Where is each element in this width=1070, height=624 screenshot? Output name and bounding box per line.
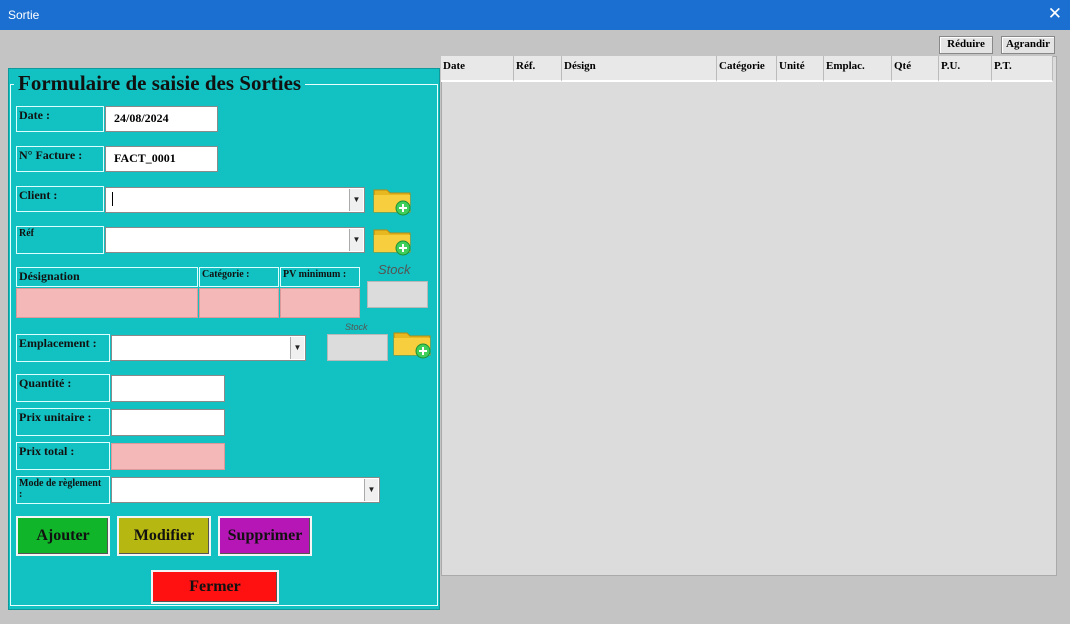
payment-label: Mode de règlement : [16,476,110,504]
column-header[interactable]: Date [441,56,514,82]
form-title: Formulaire de saisie des Sorties [14,70,306,98]
column-header[interactable]: Catégorie [717,56,777,82]
ref-combo[interactable]: ▼ [105,227,365,253]
shrink-button[interactable]: Réduire [939,36,993,54]
date-field[interactable]: 24/08/2024 [105,106,218,132]
client-label: Client : [16,186,104,212]
delete-button[interactable]: Supprimer [218,516,312,556]
column-header[interactable]: Emplac. [824,56,892,82]
close-icon[interactable]: ✕ [1048,4,1062,24]
quantity-label: Quantité : [16,374,110,402]
column-header[interactable]: Réf. [514,56,562,82]
column-header[interactable]: P.T. [992,56,1053,82]
column-header[interactable]: Unité [777,56,824,82]
column-header[interactable]: P.U. [939,56,992,82]
category-label: Catégorie : [199,267,279,287]
designation-label: Désignation [16,267,198,287]
total-price-label: Prix total : [16,442,110,470]
stock-field [367,281,428,308]
dropdown-arrow-icon[interactable]: ▼ [290,337,304,359]
pv-minimum-field [280,288,360,318]
column-header[interactable]: Désign [562,56,717,82]
invoice-field[interactable]: FACT_0001 [105,146,218,172]
unit-price-label: Prix unitaire : [16,408,110,436]
location-stock-field [327,334,388,361]
location-label: Emplacement : [16,334,110,362]
invoice-label: N° Facture : [16,146,104,172]
enlarge-button[interactable]: Agrandir [1001,36,1055,54]
client-combo[interactable]: ▼ [105,187,365,213]
location-combo[interactable]: ▼ [111,335,306,361]
folder-add-icon[interactable] [372,224,414,256]
unit-price-field[interactable] [111,409,225,436]
category-field [199,288,279,318]
quantity-field[interactable] [111,375,225,402]
folder-add-icon[interactable] [372,184,414,216]
stock-caption: Stock [378,262,411,277]
window-titlebar: Sortie ✕ [0,0,1070,30]
column-header[interactable]: Qté [892,56,939,82]
dropdown-arrow-icon[interactable]: ▼ [349,189,363,211]
edit-button[interactable]: Modifier [117,516,211,556]
ref-label: Réf [16,226,104,254]
dropdown-arrow-icon[interactable]: ▼ [349,229,363,251]
window-title: Sortie [8,8,40,22]
add-button[interactable]: Ajouter [16,516,110,556]
date-label: Date : [16,106,104,132]
entries-table[interactable] [441,56,1057,576]
designation-field [16,288,198,318]
close-button[interactable]: Fermer [151,570,279,604]
pv-minimum-label: PV minimum : [280,267,360,287]
total-price-field [111,443,225,470]
dropdown-arrow-icon[interactable]: ▼ [364,479,378,501]
text-cursor [112,192,113,206]
folder-add-icon[interactable] [392,327,434,359]
location-stock-caption: Stock [345,322,368,332]
payment-combo[interactable]: ▼ [111,477,380,503]
